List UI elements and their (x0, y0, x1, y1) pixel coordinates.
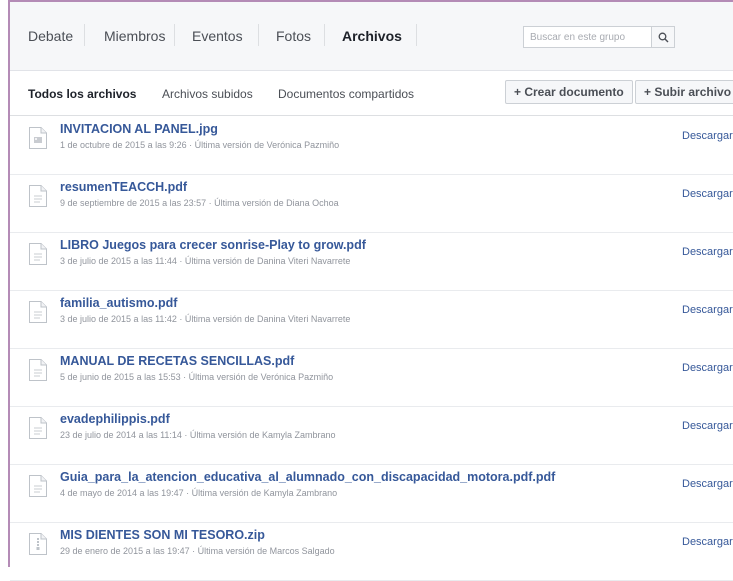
download-link[interactable]: Descargar (682, 130, 733, 142)
tab-miembros[interactable]: Miembros (104, 28, 165, 44)
file-row: LIBRO Juegos para crecer sonrise-Play to… (10, 232, 733, 291)
file-row: Guia_para_la_atencion_educativa_al_alumn… (10, 464, 733, 523)
image-file-icon (28, 126, 48, 150)
file-name-link[interactable]: resumenTEACCH.pdf (60, 180, 187, 194)
download-link[interactable]: Descargar (682, 188, 733, 200)
search-button[interactable] (651, 26, 675, 48)
group-tab-bar: Debate Miembros Eventos Fotos Archivos (10, 2, 733, 71)
document-file-icon (28, 416, 48, 440)
file-name-link[interactable]: MANUAL DE RECETAS SENCILLAS.pdf (60, 354, 294, 368)
file-row: MANUAL DE RECETAS SENCILLAS.pdf 5 de juni… (10, 348, 733, 407)
file-name-link[interactable]: MIS DIENTES SON MI TESORO.zip (60, 528, 265, 542)
document-file-icon (28, 242, 48, 266)
document-file-icon (28, 474, 48, 498)
group-files-panel: Debate Miembros Eventos Fotos Archivos T… (8, 0, 733, 581)
file-meta: 3 de julio de 2015 a las 11:44 · Última … (60, 256, 351, 266)
tab-divider (416, 24, 417, 46)
file-name-link[interactable]: familia_autismo.pdf (60, 296, 177, 310)
file-name-link[interactable]: evadephilippis.pdf (60, 412, 170, 426)
download-link[interactable]: Descargar (682, 420, 733, 432)
group-search-box (523, 26, 656, 48)
tab-divider (174, 24, 175, 46)
file-meta: 3 de julio de 2015 a las 11:42 · Última … (60, 314, 351, 324)
file-row: INVITACION AL PANEL.jpg 1 de octubre de 2… (10, 116, 733, 175)
download-link[interactable]: Descargar (682, 304, 733, 316)
download-link[interactable]: Descargar (682, 478, 733, 490)
file-meta: 5 de junio de 2015 a las 15:53 · Última … (60, 372, 334, 382)
file-meta: 23 de julio de 2014 a las 11:14 · Última… (60, 430, 336, 440)
file-meta: 4 de mayo de 2014 a las 19:47 · Última v… (60, 488, 338, 498)
download-link[interactable]: Descargar (682, 536, 733, 548)
tab-uploaded-files[interactable]: Archivos subidos (162, 87, 253, 101)
tab-all-files[interactable]: Todos los archivos (28, 87, 136, 101)
file-row: familia_autismo.pdf 3 de julio de 2015 a … (10, 290, 733, 349)
document-file-icon (28, 184, 48, 208)
tab-fotos[interactable]: Fotos (276, 28, 311, 44)
tab-shared-documents[interactable]: Documentos compartidos (278, 87, 414, 101)
tab-divider (258, 24, 259, 46)
file-meta: 29 de enero de 2015 a las 19:47 · Última… (60, 546, 335, 556)
file-row: resumenTEACCH.pdf 9 de septiembre de 2015… (10, 174, 733, 233)
file-row: evadephilippis.pdf 23 de julio de 2014 a … (10, 406, 733, 465)
archive-file-icon (28, 532, 48, 556)
group-search-input[interactable] (524, 27, 656, 48)
file-name-link[interactable]: LIBRO Juegos para crecer sonrise-Play to… (60, 238, 366, 252)
files-filter-bar: Todos los archivos Archivos subidos Docu… (10, 71, 733, 116)
file-row: MIS DIENTES SON MI TESORO.zip 29 de enero… (10, 522, 733, 581)
file-name-link[interactable]: INVITACION AL PANEL.jpg (60, 122, 218, 136)
download-link[interactable]: Descargar (682, 362, 733, 374)
tab-archivos[interactable]: Archivos (342, 28, 402, 44)
tab-debate[interactable]: Debate (28, 28, 73, 44)
document-file-icon (28, 300, 48, 324)
tab-divider (84, 24, 85, 46)
file-name-link[interactable]: Guia_para_la_atencion_educativa_al_alumn… (60, 470, 555, 484)
document-file-icon (28, 358, 48, 382)
create-document-button[interactable]: + Crear documento (505, 80, 633, 104)
search-icon (658, 32, 668, 42)
tab-eventos[interactable]: Eventos (192, 28, 243, 44)
file-meta: 1 de octubre de 2015 a las 9:26 · Última… (60, 140, 340, 150)
file-meta: 9 de septiembre de 2015 a las 23:57 · Úl… (60, 198, 339, 208)
upload-file-button[interactable]: + Subir archivo (635, 80, 733, 104)
tab-divider (324, 24, 325, 46)
download-link[interactable]: Descargar (682, 246, 733, 258)
